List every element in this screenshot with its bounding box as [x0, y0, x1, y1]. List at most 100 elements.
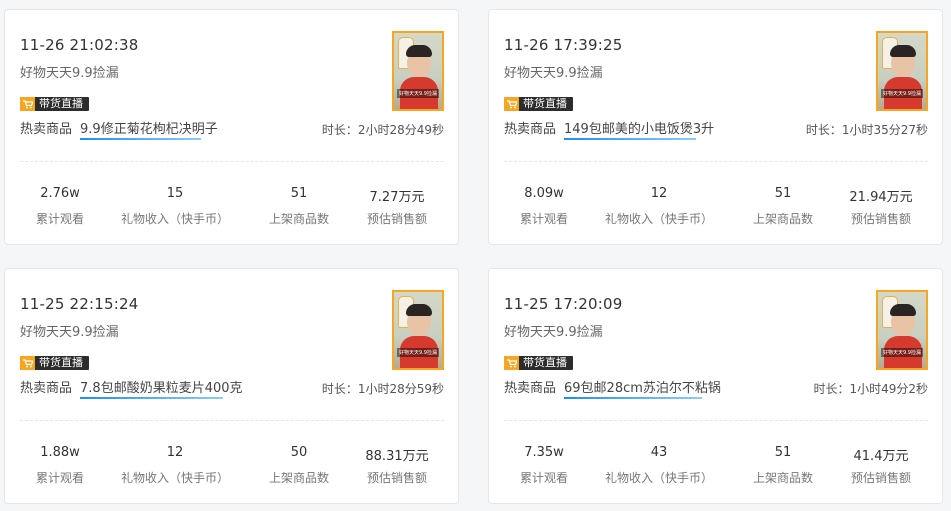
live-cover-thumbnail[interactable]: 好物天天9.9捡漏	[392, 31, 444, 111]
session-start-time: 11-25 17:20:09	[504, 295, 623, 313]
live-cover-thumbnail[interactable]: 好物天天9.9捡漏	[876, 290, 928, 370]
live-session-card[interactable]: 11-26 21:02:38 好物天天9.9捡漏 带货直播 热卖商品 9.9修正…	[4, 9, 459, 245]
stat-value: 8.09w	[524, 186, 564, 201]
hot-product-link[interactable]: 69包邮28cm苏泊尔不粘锅	[564, 377, 721, 399]
hot-product-label: 热卖商品	[504, 381, 557, 396]
stat-label: 上架商品数	[752, 212, 813, 226]
shopping-cart-icon	[504, 97, 519, 111]
stat-label: 上架商品数	[268, 212, 329, 226]
stat-gift-income: 15 礼物收入（快手币）	[120, 186, 230, 227]
hot-product: 热卖商品 69包邮28cm苏泊尔不粘锅	[504, 377, 721, 399]
stat-value: 50	[290, 445, 308, 460]
session-start-time: 11-25 22:15:24	[20, 295, 139, 313]
live-duration: 时长：1小时35分27秒	[805, 123, 928, 137]
stat-label: 预估销售额	[850, 212, 911, 226]
divider	[504, 420, 928, 421]
divider	[20, 161, 444, 162]
thumbnail-caption: 好物天天9.9捡漏	[881, 348, 923, 357]
anchor-name[interactable]: 好物天天9.9捡漏	[504, 62, 603, 81]
thumbnail-caption: 好物天天9.9捡漏	[397, 89, 439, 98]
stat-value: 51	[290, 186, 308, 201]
thumbnail-caption: 好物天天9.9捡漏	[397, 348, 439, 357]
shopping-cart-icon	[20, 356, 35, 370]
shopping-cart-icon	[504, 356, 519, 370]
live-duration: 时长：1小时49分2秒	[813, 382, 928, 396]
shopping-cart-icon	[20, 97, 35, 111]
session-start-time: 11-26 17:39:25	[504, 36, 623, 54]
stat-listed-products: 51 上架商品数	[728, 445, 838, 486]
stat-label: 累计观看	[519, 212, 568, 226]
stat-value: 43	[650, 445, 668, 460]
stat-listed-products: 51 上架商品数	[244, 186, 354, 227]
stat-value: 51	[774, 445, 792, 460]
badge-label: 带货直播	[523, 97, 567, 110]
badge-label: 带货直播	[39, 97, 83, 110]
stat-label: 礼物收入（快手币）	[120, 471, 229, 485]
anchor-name[interactable]: 好物天天9.9捡漏	[20, 321, 119, 340]
hot-product-label: 热卖商品	[20, 122, 73, 137]
stat-estimated-sales: 88.31万元 预估销售额	[342, 445, 452, 486]
stat-views: 2.76w 累计观看	[5, 186, 115, 227]
thumbnail-caption: 好物天天9.9捡漏	[881, 89, 923, 98]
live-duration: 时长：1小时28分59秒	[321, 382, 444, 396]
live-cover-thumbnail[interactable]: 好物天天9.9捡漏	[392, 290, 444, 370]
stat-value: 12	[650, 186, 668, 201]
badge-label: 带货直播	[39, 356, 83, 369]
stat-value: 1.88w	[40, 445, 80, 460]
badge-label: 带货直播	[523, 356, 567, 369]
session-start-time: 11-26 21:02:38	[20, 36, 139, 54]
hot-product-link[interactable]: 7.8包邮酸奶果粒麦片400克	[80, 377, 243, 399]
stat-listed-products: 50 上架商品数	[244, 445, 354, 486]
stat-label: 预估销售额	[366, 471, 427, 485]
stat-value: 51	[774, 186, 792, 201]
hot-product: 热卖商品 149包邮美的小电饭煲3升	[504, 118, 714, 140]
hot-product: 热卖商品 9.9修正菊花枸杞决明子	[20, 118, 218, 140]
stat-label: 累计观看	[35, 471, 84, 485]
stat-views: 7.35w 累计观看	[489, 445, 599, 486]
stat-views: 1.88w 累计观看	[5, 445, 115, 486]
stat-label: 礼物收入（快手币）	[604, 212, 713, 226]
stat-label: 累计观看	[35, 212, 84, 226]
live-type-badge: 带货直播	[504, 97, 573, 111]
stat-value: 12	[166, 445, 184, 460]
stat-gift-income: 12 礼物收入（快手币）	[120, 445, 230, 486]
live-session-card[interactable]: 11-25 17:20:09 好物天天9.9捡漏 带货直播 热卖商品 69包邮2…	[488, 268, 943, 504]
divider	[20, 420, 444, 421]
live-session-card[interactable]: 11-26 17:39:25 好物天天9.9捡漏 带货直播 热卖商品 149包邮…	[488, 9, 943, 245]
hot-product-label: 热卖商品	[504, 122, 557, 137]
hot-product-link[interactable]: 149包邮美的小电饭煲3升	[564, 118, 714, 140]
live-type-badge: 带货直播	[504, 356, 573, 370]
stat-gift-income: 12 礼物收入（快手币）	[604, 186, 714, 227]
live-type-badge: 带货直播	[20, 97, 89, 111]
hot-product-link[interactable]: 9.9修正菊花枸杞决明子	[80, 118, 218, 140]
stat-value: 7.27万元	[369, 190, 425, 205]
hot-product-label: 热卖商品	[20, 381, 73, 396]
stat-value: 15	[166, 186, 184, 201]
stat-label: 上架商品数	[268, 471, 329, 485]
stat-listed-products: 51 上架商品数	[728, 186, 838, 227]
stat-label: 礼物收入（快手币）	[120, 212, 229, 226]
anchor-name[interactable]: 好物天天9.9捡漏	[504, 321, 603, 340]
stat-value: 2.76w	[40, 186, 80, 201]
divider	[504, 161, 928, 162]
stat-label: 累计观看	[519, 471, 568, 485]
hot-product: 热卖商品 7.8包邮酸奶果粒麦片400克	[20, 377, 243, 399]
stat-label: 预估销售额	[850, 471, 911, 485]
stat-label: 预估销售额	[366, 212, 427, 226]
stat-estimated-sales: 41.4万元 预估销售额	[826, 445, 936, 486]
stat-label: 上架商品数	[752, 471, 813, 485]
stat-estimated-sales: 7.27万元 预估销售额	[342, 186, 452, 227]
live-cover-thumbnail[interactable]: 好物天天9.9捡漏	[876, 31, 928, 111]
stat-gift-income: 43 礼物收入（快手币）	[604, 445, 714, 486]
stat-value: 21.94万元	[849, 190, 913, 205]
stat-value: 7.35w	[524, 445, 564, 460]
stat-estimated-sales: 21.94万元 预估销售额	[826, 186, 936, 227]
live-duration: 时长：2小时28分49秒	[321, 123, 444, 137]
stat-views: 8.09w 累计观看	[489, 186, 599, 227]
live-session-card[interactable]: 11-25 22:15:24 好物天天9.9捡漏 带货直播 热卖商品 7.8包邮…	[4, 268, 459, 504]
stat-value: 88.31万元	[365, 449, 429, 464]
anchor-name[interactable]: 好物天天9.9捡漏	[20, 62, 119, 81]
stat-value: 41.4万元	[853, 449, 909, 464]
stat-label: 礼物收入（快手币）	[604, 471, 713, 485]
live-type-badge: 带货直播	[20, 356, 89, 370]
